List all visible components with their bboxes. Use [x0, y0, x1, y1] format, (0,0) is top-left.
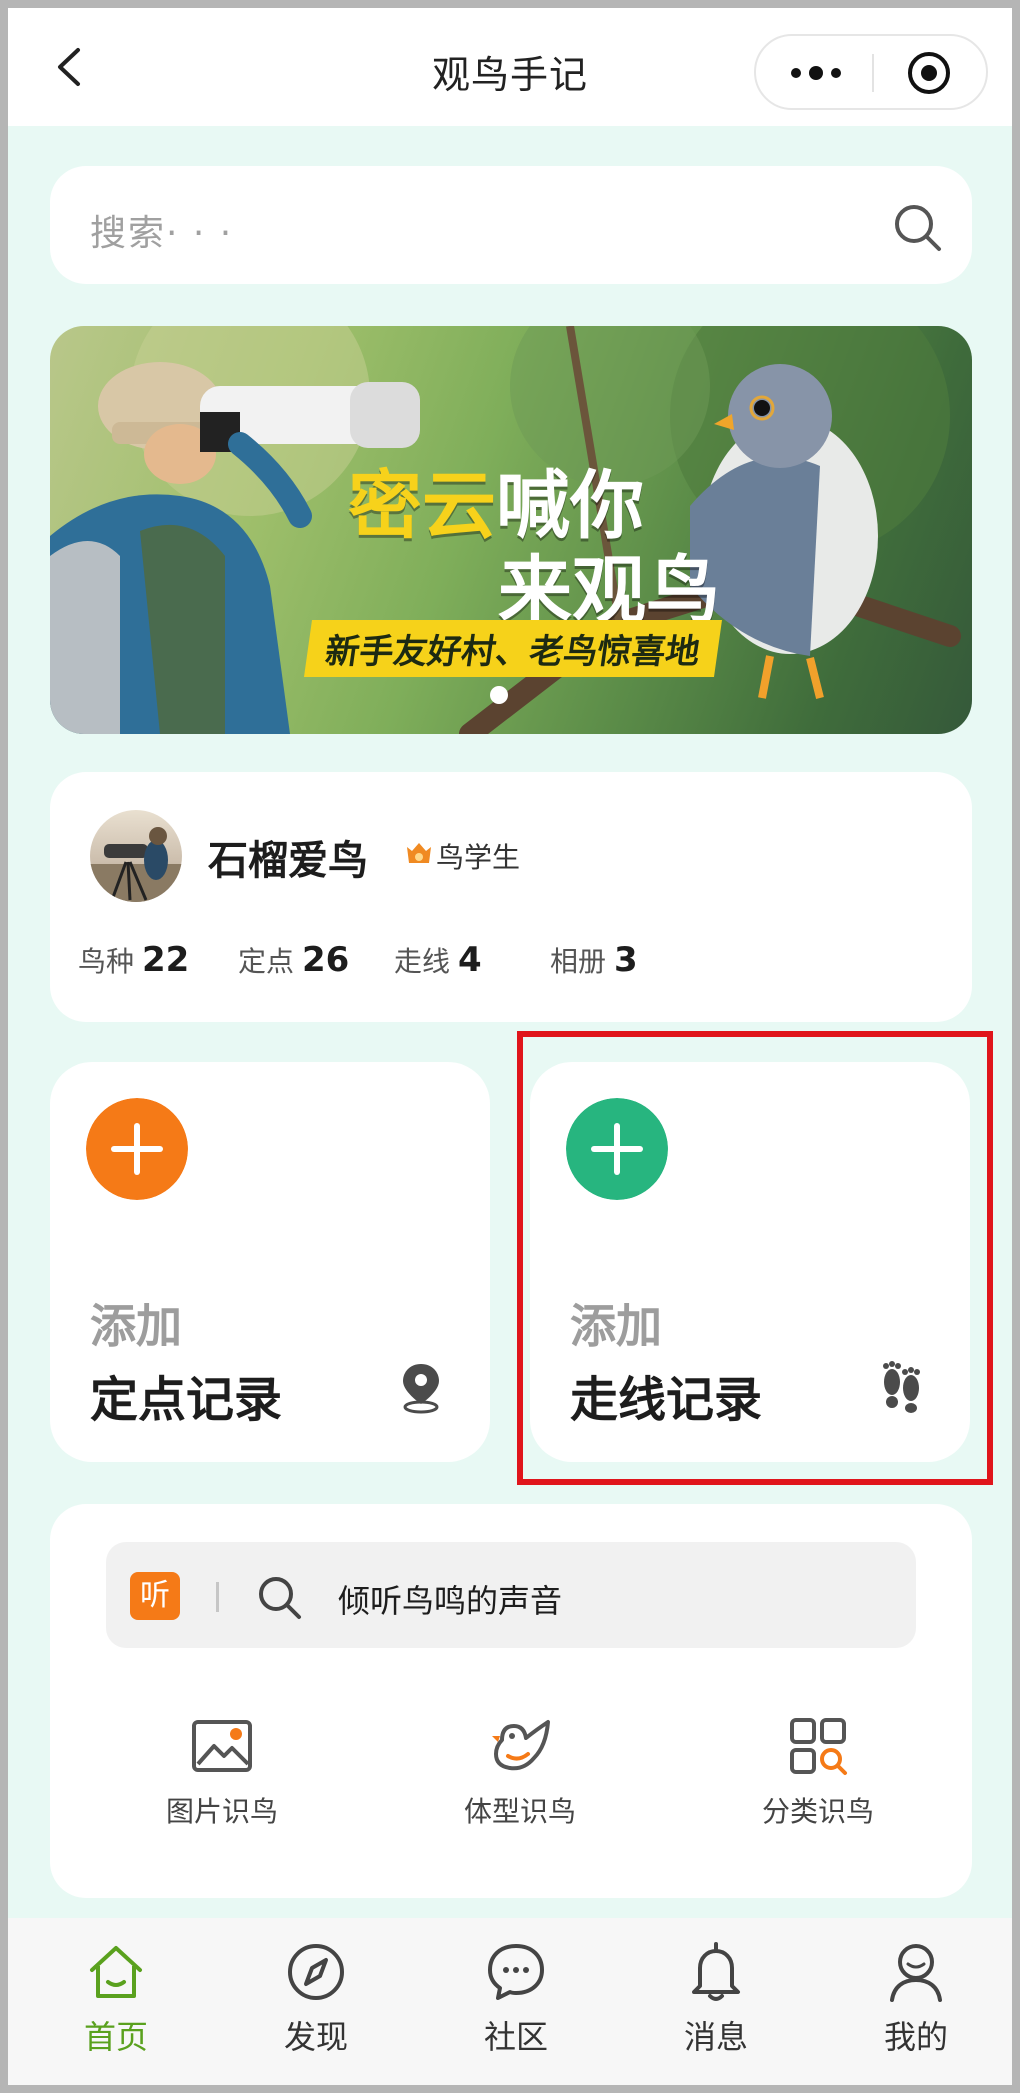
compass-icon — [288, 1944, 344, 2000]
tab-home[interactable]: 首页 — [46, 1940, 186, 2058]
listen-label: 倾听鸟鸣的声音 — [338, 1582, 563, 1620]
home-icon — [90, 1946, 142, 1998]
profile-card[interactable]: 石榴爱鸟 鸟学生 鸟种 22 定点 26 走线 4 相册 3 — [50, 772, 972, 1022]
capsule-divider — [872, 54, 874, 92]
banner-tagline: 新手友好村、老鸟惊喜地 — [303, 620, 723, 677]
user-profile-icon — [890, 1944, 942, 2002]
add-point-label: 添加 — [90, 1299, 182, 1353]
username: 石榴爱鸟 — [208, 838, 368, 884]
tab-community[interactable]: 社区 — [446, 1940, 586, 2058]
top-navigation-bar: 观鸟手记 — [8, 8, 1012, 126]
add-point-plus-icon[interactable] — [86, 1098, 188, 1200]
photo-identify-button[interactable]: 图片识鸟 — [142, 1716, 302, 1830]
image-icon — [192, 1720, 252, 1772]
tab-messages[interactable]: 消息 — [646, 1940, 786, 2058]
classification-identify-label: 分类识鸟 — [761, 1795, 874, 1828]
stat-albums[interactable]: 相册 3 — [550, 940, 638, 980]
stat-points[interactable]: 定点 26 — [238, 940, 349, 980]
stat-species[interactable]: 鸟种 22 — [78, 940, 189, 980]
add-point-record-card[interactable]: 添加 定点记录 — [50, 1062, 490, 1462]
tab-home-label: 首页 — [83, 2018, 148, 2056]
search-placeholder: 搜索· · · — [90, 213, 234, 254]
category-grid-icon — [790, 1718, 847, 1775]
mini-program-capsule — [754, 34, 988, 110]
tab-discover[interactable]: 发现 — [246, 1940, 386, 2058]
bell-icon — [692, 1942, 740, 2001]
chat-bubble-icon — [488, 1944, 544, 2000]
location-pin-icon — [403, 1364, 439, 1414]
search-bar[interactable]: 搜索· · · — [50, 166, 972, 284]
body-shape-identify-label: 体型识鸟 — [463, 1795, 576, 1828]
avatar[interactable] — [90, 810, 182, 902]
body-shape-identify-button[interactable]: 体型识鸟 — [440, 1716, 600, 1830]
tab-mine-label: 我的 — [883, 2018, 948, 2056]
search-icon[interactable] — [892, 202, 944, 254]
listen-divider — [216, 1582, 219, 1612]
close-target-icon[interactable] — [906, 50, 952, 96]
classification-identify-button[interactable]: 分类识鸟 — [738, 1716, 898, 1830]
badge-label: 鸟学生 — [436, 841, 521, 874]
user-level-badge: 鸟学生 — [406, 836, 520, 876]
tab-messages-label: 消息 — [683, 2018, 748, 2056]
photo-identify-label: 图片识鸟 — [165, 1795, 278, 1828]
carousel-indicator — [490, 686, 508, 704]
tab-community-label: 社区 — [483, 2018, 548, 2056]
tab-discover-label: 发现 — [283, 2018, 348, 2056]
bottom-tab-bar: 首页 发现 社区 消息 我的 — [8, 1918, 1012, 2085]
avatar-image — [90, 827, 182, 902]
identify-tools-card: 听 倾听鸟鸣的声音 图片识鸟 体型识鸟 分类识鸟 — [50, 1504, 972, 1898]
listen-bird-sound-bar[interactable]: 听 倾听鸟鸣的声音 — [106, 1542, 916, 1648]
crown-icon — [407, 843, 431, 863]
search-icon — [259, 1577, 301, 1619]
app-screen: 观鸟手记 搜索· · · 密云喊你 来观鸟 新手友好村、老鸟惊喜地 石榴爱鸟 鸟… — [8, 8, 1012, 2085]
more-icon[interactable] — [784, 54, 848, 92]
promo-banner[interactable]: 密云喊你 来观鸟 新手友好村、老鸟惊喜地 — [50, 326, 972, 734]
listen-badge: 听 — [130, 1572, 180, 1620]
highlight-box — [517, 1031, 993, 1485]
tab-mine[interactable]: 我的 — [846, 1940, 986, 2058]
stat-routes[interactable]: 走线 4 — [394, 940, 482, 980]
bird-icon — [492, 1720, 550, 1771]
add-point-title: 定点记录 — [90, 1372, 283, 1428]
